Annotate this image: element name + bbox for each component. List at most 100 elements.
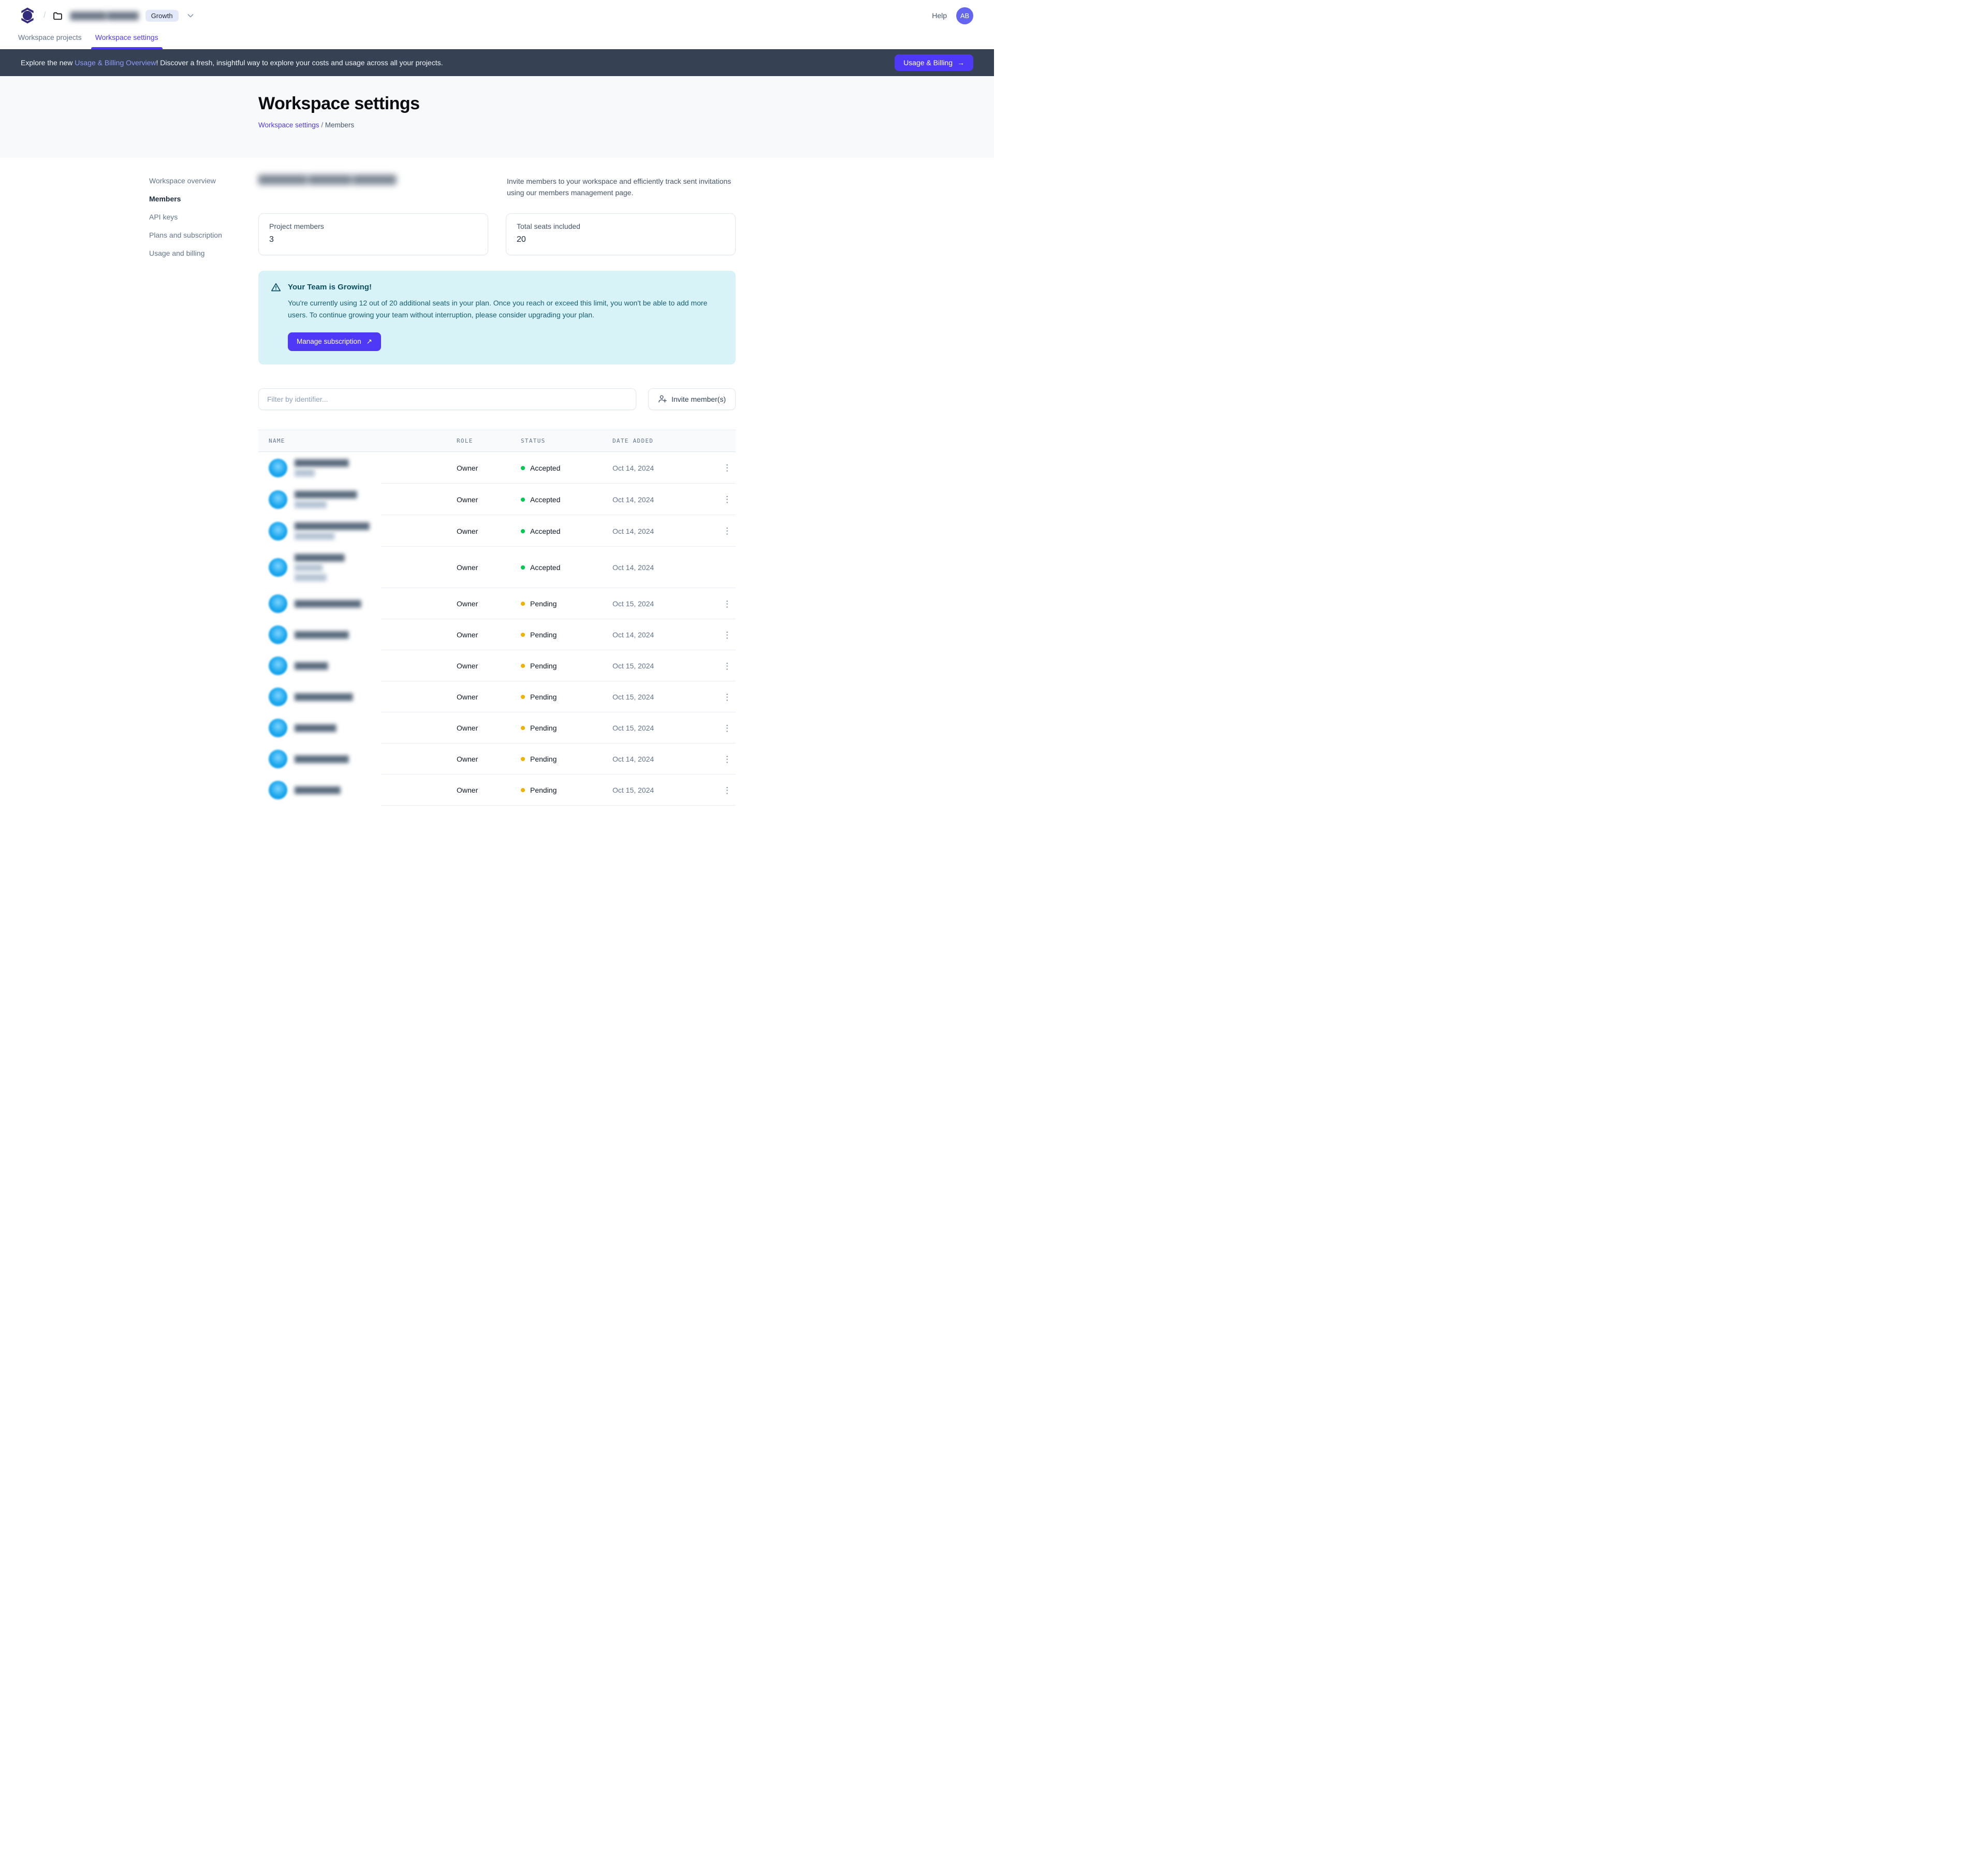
member-role: Owner [457,464,521,472]
usage-billing-button[interactable]: Usage & Billing → [895,54,973,71]
table-row: ████████OwnerPendingOct 15, 2024⋮ [258,650,736,681]
workspace-name-blurred[interactable]: ████████ ███████ [70,12,138,20]
sidebar-item-plans-subscription[interactable]: Plans and subscription [149,231,250,239]
row-menu-button[interactable]: ⋮ [720,597,735,610]
row-menu-button[interactable]: ⋮ [720,691,735,704]
member-date-added: Oct 15, 2024 [612,600,720,608]
user-avatar[interactable]: AB [956,7,973,24]
row-menu-button[interactable]: ⋮ [720,722,735,735]
row-menu-button[interactable]: ⋮ [720,753,735,766]
settings-side-nav: Workspace overview Members API keys Plan… [149,177,250,267]
member-avatar [269,522,287,541]
row-actions-cell: ⋮ [720,629,740,642]
usage-billing-overview-link[interactable]: Usage & Billing Overview [75,59,156,67]
status-dot-icon [521,565,525,570]
workspace-breadcrumb: / ████████ ███████ Growth [19,7,195,24]
member-identifier-blurred: ██████████████████ [295,521,369,531]
page-title: Workspace settings [258,94,736,114]
status-badge: Pending [521,693,612,701]
top-navigation: / ████████ ███████ Growth Help AB [0,0,994,31]
banner-text: Explore the new Usage & Billing Overview… [21,59,443,67]
arrow-right-icon: → [957,59,964,67]
manage-subscription-button[interactable]: Manage subscription ↗ [288,332,381,351]
table-row: █████████████OwnerPendingOct 14, 2024⋮ [258,619,736,650]
team-growing-alert: Your Team is Growing! You're currently u… [258,271,736,365]
member-date-added: Oct 15, 2024 [612,724,720,732]
member-date-added: Oct 15, 2024 [612,786,720,794]
row-menu-button[interactable]: ⋮ [720,660,735,673]
sidebar-item-api-keys[interactable]: API keys [149,213,250,221]
member-name-cell: ███████████████████████ [258,490,457,509]
member-identifier-blurred: █████████████ [295,458,348,468]
total-seats-count: 20 [517,235,725,244]
column-header-date-added: DATE ADDED [612,438,720,444]
status-badge: Pending [521,631,612,639]
member-date-added: Oct 15, 2024 [612,662,720,670]
status-dot-icon [521,695,525,699]
chevron-down-icon[interactable] [186,11,195,20]
member-avatar [269,459,287,477]
help-link[interactable]: Help [932,11,947,20]
member-avatar [269,490,287,509]
ory-logo-icon[interactable] [19,7,36,24]
breadcrumb-workspace-settings-link[interactable]: Workspace settings [258,121,319,129]
invite-members-button[interactable]: Invite member(s) [648,388,736,410]
row-actions-cell: ⋮ [720,660,740,673]
member-name-cell: █████████████ [258,625,457,644]
member-name-cell: █████████████ [258,750,457,768]
table-row: ███████████████████████████OwnerAccepted… [258,547,736,588]
table-row: ████████████████OwnerPendingOct 15, 2024… [258,588,736,619]
member-role: Owner [457,755,521,763]
project-members-count: 3 [269,235,477,244]
member-identifier-blurred: ████████ [295,661,328,670]
breadcrumb-current: Members [325,121,354,129]
row-actions-cell: ⋮ [720,691,740,704]
table-row: ██████████████OwnerPendingOct 15, 2024⋮ [258,681,736,712]
row-actions-cell: ⋮ [720,753,740,766]
row-menu-button[interactable]: ⋮ [720,524,735,537]
member-role: Owner [457,631,521,639]
workspace-tabs: Workspace projects Workspace settings [0,31,994,49]
page-header: Workspace settings Workspace settings / … [0,76,994,158]
members-heading-blurred: █████████ ████████ ████████ [258,176,396,185]
tab-workspace-settings[interactable]: Workspace settings [94,31,159,49]
member-role: Owner [457,600,521,608]
table-row: ███████████████████████OwnerAcceptedOct … [258,484,736,515]
status-badge: Accepted [521,563,612,572]
member-identifier-blurred: █████████████ [295,630,348,639]
member-subname-blurred: █████ [295,469,348,477]
member-name-cell: ██████████████ [258,688,457,706]
member-identifier-blurred: ███████████ [295,785,340,795]
row-menu-button[interactable]: ⋮ [720,461,735,474]
status-badge: Accepted [521,527,612,535]
column-header-role: ROLE [457,438,521,444]
sidebar-item-members[interactable]: Members [149,195,250,203]
member-name-cell: ███████████████████████████ [258,553,457,582]
row-actions-cell: ⋮ [720,597,740,610]
column-header-name: NAME [258,438,457,444]
sidebar-item-workspace-overview[interactable]: Workspace overview [149,177,250,185]
row-menu-button[interactable]: ⋮ [720,493,735,506]
tab-workspace-projects[interactable]: Workspace projects [17,31,83,49]
status-dot-icon [521,726,525,730]
member-identifier-blurred: ███████████████ [295,490,357,499]
table-row: ██████████OwnerPendingOct 15, 2024⋮ [258,712,736,744]
row-actions-cell: ⋮ [720,722,740,735]
member-name-cell: ███████████ [258,781,457,799]
member-date-added: Oct 15, 2024 [612,693,720,701]
table-row: ██████████████████OwnerAcceptedOct 14, 2… [258,452,736,484]
status-badge: Accepted [521,464,612,472]
sidebar-item-usage-billing[interactable]: Usage and billing [149,249,250,257]
row-menu-button[interactable]: ⋮ [720,784,735,797]
row-actions-cell: ⋮ [720,461,740,474]
member-name-cell: ██████████ [258,719,457,737]
invite-description: Invite members to your workspace and eff… [507,176,736,199]
row-actions-cell: ⋮ [720,524,740,537]
status-badge: Pending [521,724,612,732]
row-menu-button[interactable]: ⋮ [720,629,735,642]
filter-input[interactable] [258,388,636,410]
status-dot-icon [521,664,525,668]
total-seats-card: Total seats included 20 [506,213,736,255]
member-date-added: Oct 14, 2024 [612,495,720,504]
status-dot-icon [521,788,525,792]
